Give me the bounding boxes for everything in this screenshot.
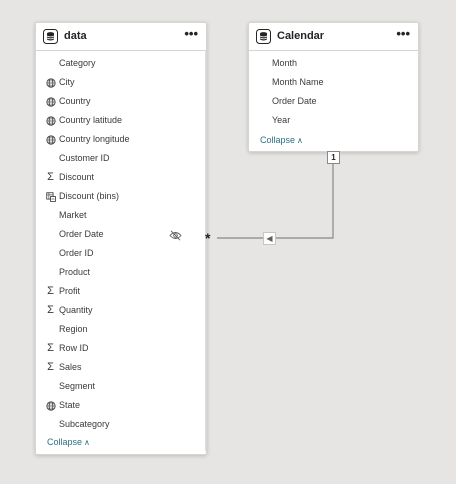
field-list: Category City Country Country latitude Count… <box>36 51 206 434</box>
more-options-icon[interactable]: ••• <box>184 27 198 40</box>
field-label: Country <box>59 96 91 106</box>
globe-icon <box>45 77 56 88</box>
field-row[interactable]: City <box>36 73 206 92</box>
globe-icon <box>45 96 56 107</box>
field-row[interactable]: Σ Quantity <box>36 301 206 320</box>
field-label: Order Date <box>59 229 104 239</box>
chevron-up-icon: ∧ <box>297 136 303 145</box>
field-label: Order Date <box>272 96 317 106</box>
field-row[interactable]: Product <box>36 263 206 282</box>
sigma-icon: Σ <box>47 285 54 297</box>
arrow-left-icon[interactable]: ◀ <box>263 232 276 245</box>
collapse-label: Collapse <box>260 135 296 145</box>
sigma-icon: Σ <box>47 342 54 354</box>
globe-icon <box>45 400 56 411</box>
globe-icon <box>45 115 56 126</box>
field-row[interactable]: Region <box>36 320 206 339</box>
table-title[interactable]: Calendar <box>277 30 324 42</box>
field-label: Category <box>59 58 96 68</box>
database-icon <box>43 29 58 44</box>
field-row[interactable]: Month Name <box>249 73 418 92</box>
field-label: Segment <box>59 381 96 391</box>
field-label: Row ID <box>59 343 89 353</box>
field-label: Discount <box>59 172 95 182</box>
field-row[interactable]: Subcategory <box>36 415 206 434</box>
many-cardinality-marker: * <box>205 230 211 246</box>
field-label: Quantity <box>59 305 93 315</box>
field-label: Profit <box>59 286 81 296</box>
field-label: Subcategory <box>59 419 110 429</box>
sigma-icon: Σ <box>47 361 54 373</box>
field-label: Market <box>59 210 87 220</box>
field-row[interactable]: Σ Profit <box>36 282 206 301</box>
field-row[interactable]: Σ Row ID <box>36 339 206 358</box>
field-label: Month <box>272 58 298 68</box>
field-row[interactable]: State <box>36 396 206 415</box>
field-label: Product <box>59 267 91 277</box>
field-row[interactable]: Σ Sales <box>36 358 206 377</box>
field-row[interactable]: Order Date <box>36 225 206 244</box>
eye-hidden-icon[interactable] <box>169 228 182 241</box>
field-label: Month Name <box>272 77 324 87</box>
field-row[interactable]: Σ Discount <box>36 168 206 187</box>
field-row[interactable]: Order Date <box>249 92 418 111</box>
field-label: Country longitude <box>59 134 130 144</box>
field-label: Country latitude <box>59 115 123 125</box>
sigma-icon: Σ <box>47 304 54 316</box>
one-cardinality-marker: 1 <box>327 151 340 164</box>
field-row[interactable]: Country <box>36 92 206 111</box>
table-card-calendar[interactable]: Calendar ••• Month Month Name Order Date Ye… <box>248 22 419 152</box>
database-icon <box>256 29 271 44</box>
field-row[interactable]: Order ID <box>36 244 206 263</box>
chevron-up-icon: ∧ <box>84 438 90 447</box>
more-options-icon[interactable]: ••• <box>396 27 410 40</box>
card-header: Calendar ••• <box>249 23 418 51</box>
field-row[interactable]: Customer ID <box>36 149 206 168</box>
collapse-button[interactable]: Collapse ∧ <box>47 437 90 447</box>
field-list: Month Month Name Order Date Year <box>249 51 418 130</box>
field-row[interactable]: Segment <box>36 377 206 396</box>
field-row[interactable]: Market <box>36 206 206 225</box>
field-label: Sales <box>59 362 82 372</box>
globe-icon <box>45 134 56 145</box>
field-label: Region <box>59 324 88 334</box>
field-label: Year <box>272 115 291 125</box>
collapse-label: Collapse <box>47 437 83 447</box>
sigma-icon: Σ <box>47 171 54 183</box>
field-label: City <box>59 77 75 87</box>
table-card-data[interactable]: data ••• Category City Country Country lati… <box>35 22 207 455</box>
field-label: Order ID <box>59 248 94 258</box>
field-row[interactable]: Category <box>36 54 206 73</box>
field-row[interactable]: Year <box>249 111 418 130</box>
field-label: Customer ID <box>59 153 110 163</box>
field-row[interactable]: Discount (bins) <box>36 187 206 206</box>
field-row[interactable]: Country longitude <box>36 130 206 149</box>
field-row[interactable]: Month <box>249 54 418 73</box>
field-row[interactable]: Country latitude <box>36 111 206 130</box>
collapse-button[interactable]: Collapse ∧ <box>260 135 303 145</box>
card-header: data ••• <box>36 23 206 51</box>
field-label: State <box>59 400 81 410</box>
bins-icon <box>45 191 56 202</box>
table-title[interactable]: data <box>64 30 87 42</box>
field-label: Discount (bins) <box>59 191 120 201</box>
